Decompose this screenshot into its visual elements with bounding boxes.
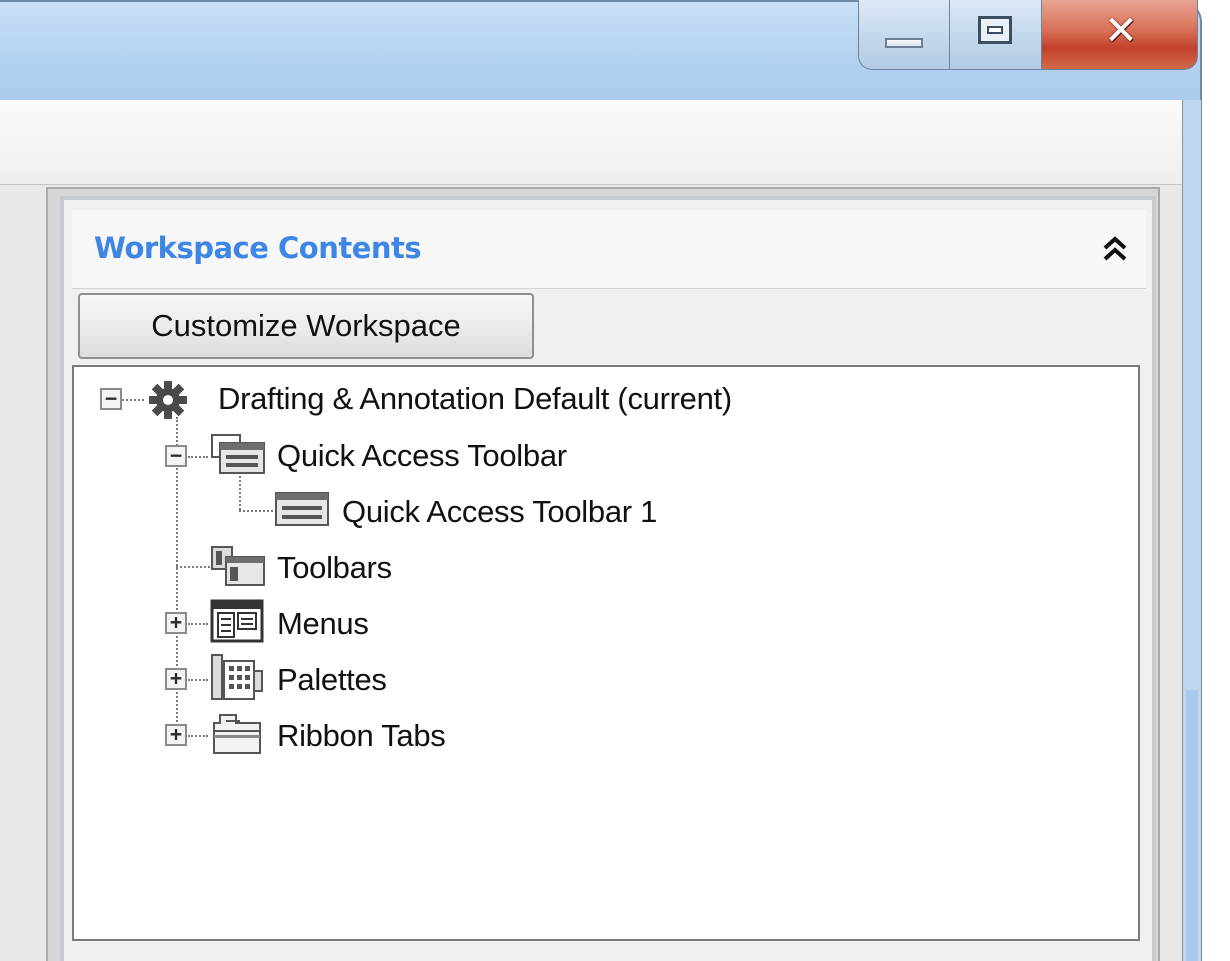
tree-item-label: Palettes [277,662,387,697]
tree-item-quick-access-toolbar-1[interactable]: Quick Access Toolbar 1 [342,487,657,537]
window-right-border-accent [1186,690,1198,961]
tree-item-palettes[interactable]: Palettes [277,655,387,705]
caption-buttons: ✕ [858,0,1198,70]
toolbars-icon [211,546,265,586]
toolbar-icon [275,492,329,526]
tree-item-label: Ribbon Tabs [277,718,446,753]
tree-connector [176,566,210,568]
tree-item-label: Drafting & Annotation Default (current) [218,381,732,416]
tree-connector [188,735,208,737]
tree-item-label: Quick Access Toolbar [277,438,567,473]
tree-item-label: Quick Access Toolbar 1 [342,494,658,529]
tree-connector [188,456,208,458]
minimize-icon [885,38,923,48]
workspace-window: ✕ Workspace Contents Customize Workspace… [0,0,1230,961]
maximize-icon [978,16,1012,44]
toolbar-strip [0,100,1182,185]
toolbar-group-icon [211,434,265,474]
ribbon-tabs-icon [213,714,261,754]
minimize-button[interactable] [858,0,950,70]
close-button[interactable]: ✕ [1042,0,1198,70]
gear-icon [149,381,187,419]
collapse-expander[interactable]: − [165,445,187,467]
tree-item-drafting-annotation-default[interactable]: Drafting & Annotation Default (current) [218,374,732,424]
panel-title: Workspace Contents [94,231,422,265]
customize-workspace-button[interactable]: Customize Workspace [78,293,534,359]
tree-connector [239,510,273,512]
workspace-tree[interactable]: − Drafting & Annotation Default (current… [72,365,1140,941]
menus-icon [210,599,264,643]
expand-expander[interactable]: + [165,668,187,690]
tree-item-label: Menus [277,606,369,641]
tree-connector [188,623,208,625]
tree-connector [122,399,144,401]
tree-item-quick-access-toolbar[interactable]: Quick Access Toolbar [277,431,567,481]
expand-expander[interactable]: + [165,612,187,634]
tree-item-ribbon-tabs[interactable]: Ribbon Tabs [277,711,446,761]
maximize-button[interactable] [950,0,1042,70]
collapse-expander[interactable]: − [100,388,122,410]
tree-connector [239,472,241,510]
desktop-background [1202,0,1230,961]
close-icon: ✕ [1104,8,1138,54]
tree-connector [188,679,208,681]
chevron-double-up-icon[interactable] [1098,228,1132,272]
tree-item-menus[interactable]: Menus [277,599,369,649]
palettes-icon [211,654,263,700]
tree-item-toolbars[interactable]: Toolbars [277,543,392,593]
tree-item-label: Toolbars [277,550,392,585]
expand-expander[interactable]: + [165,724,187,746]
